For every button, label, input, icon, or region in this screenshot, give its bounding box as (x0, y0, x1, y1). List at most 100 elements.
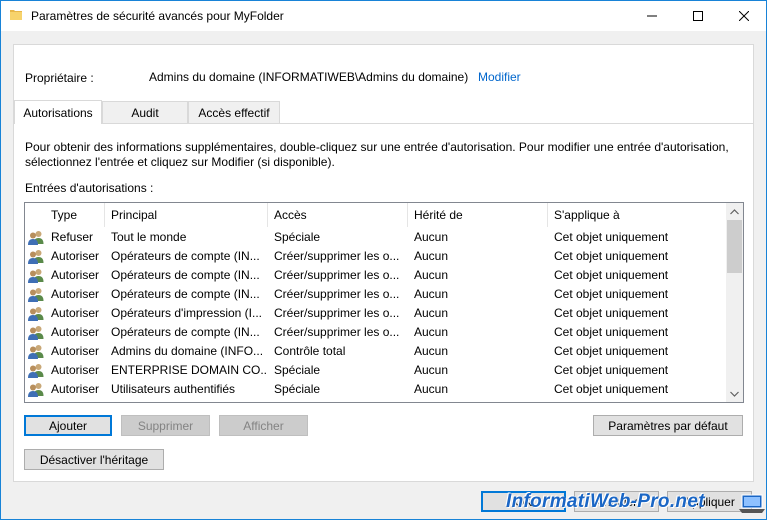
users-icon (28, 269, 44, 283)
users-icon (28, 364, 44, 378)
vertical-scrollbar[interactable] (726, 203, 743, 402)
cell-access: Créer/supprimer les o... (274, 306, 400, 320)
tab-acces-effectif[interactable]: Accès effectif (188, 101, 280, 123)
maximize-icon (693, 11, 703, 21)
disable-inheritance-button[interactable]: Désactiver l'héritage (24, 449, 164, 470)
maximize-button[interactable] (675, 1, 721, 31)
cell-principal: Tout le monde (111, 230, 187, 244)
cell-access: Créer/supprimer les o... (274, 268, 400, 282)
tab-divider (14, 123, 753, 124)
column-header-type[interactable]: Type (45, 203, 105, 227)
table-row[interactable]: Autoriser Admins du domaine (INFO... Contr… (25, 342, 725, 361)
window-title: Paramètres de sécurité avancés pour MyFo… (31, 9, 284, 23)
close-button[interactable] (721, 1, 767, 31)
tab-audit[interactable]: Audit (102, 101, 188, 123)
laptop-logo-icon (739, 494, 765, 513)
minimize-icon (647, 15, 657, 17)
chevron-up-icon (730, 208, 739, 214)
cell-access: Spéciale (274, 382, 321, 396)
cell-inherited: Aucun (414, 325, 449, 339)
cell-principal: Opérateurs de compte (IN... (111, 249, 260, 263)
remove-button[interactable]: Supprimer (121, 415, 210, 436)
users-icon (28, 231, 44, 245)
scroll-up-button[interactable] (726, 203, 743, 220)
table-row[interactable]: Autoriser ENTERPRISE DOMAIN CO... Spéciale… (25, 361, 725, 380)
owner-label: Propriétaire : (25, 71, 94, 85)
scroll-down-button[interactable] (726, 385, 743, 402)
entries-label: Entrées d'autorisations : (25, 181, 154, 195)
cell-principal: Utilisateurs authentifiés (111, 382, 236, 396)
cell-principal: Opérateurs d'impression (I... (111, 306, 263, 320)
permission-entries-list[interactable]: Type Principal Accès Hérité de S'appliqu… (24, 202, 744, 403)
cell-inherited: Aucun (414, 287, 449, 301)
info-text-line2: sélectionnez l'entrée et cliquez sur Mod… (25, 155, 335, 169)
table-row[interactable]: Autoriser Opérateurs de compte (IN... Crée… (25, 247, 725, 266)
cell-inherited: Aucun (414, 382, 449, 396)
scroll-thumb[interactable] (727, 220, 742, 273)
cell-access: Spéciale (274, 363, 321, 377)
list-header: Type Principal Accès Hérité de S'appliqu… (25, 203, 725, 227)
table-row[interactable]: Autoriser Opérateurs de compte (IN... Crée… (25, 323, 725, 342)
table-row[interactable]: Autoriser Opérateurs d'impression (I... Cr… (25, 304, 725, 323)
column-header-access[interactable]: Accès (268, 203, 408, 227)
cell-inherited: Aucun (414, 249, 449, 263)
cell-access: Créer/supprimer les o... (274, 287, 400, 301)
folder-icon (10, 10, 22, 20)
title-bar[interactable]: Paramètres de sécurité avancés pour MyFo… (1, 1, 766, 31)
cell-inherited: Aucun (414, 268, 449, 282)
users-icon (28, 326, 44, 340)
cell-inherited: Aucun (414, 306, 449, 320)
watermark-text: InformatiWeb-Pro.net (506, 491, 705, 512)
users-icon (28, 288, 44, 302)
table-row[interactable]: Refuser Tout le monde Spéciale Aucun Cet obj… (25, 228, 725, 247)
restore-defaults-button[interactable]: Paramètres par défaut (593, 415, 743, 436)
info-text-line1: Pour obtenir des informations supplément… (25, 140, 729, 154)
cell-type: Autoriser (51, 363, 100, 377)
column-header-principal[interactable]: Principal (105, 203, 268, 227)
cell-type: Autoriser (51, 268, 100, 282)
cell-applies: Cet objet uniquement (554, 382, 669, 396)
cell-type: Autoriser (51, 382, 100, 396)
cell-applies: Cet objet uniquement (554, 268, 669, 282)
owner-value: Admins du domaine (INFORMATIWEB\Admins d… (149, 70, 469, 84)
cell-type: Refuser (51, 230, 94, 244)
users-icon (28, 250, 44, 264)
cell-type: Autoriser (51, 306, 100, 320)
cell-applies: Cet objet uniquement (554, 230, 669, 244)
cell-principal: Admins du domaine (INFO... (111, 344, 264, 358)
cell-type: Autoriser (51, 249, 100, 263)
cell-principal: Opérateurs de compte (IN... (111, 268, 260, 282)
tab-autorisations[interactable]: Autorisations (14, 100, 102, 124)
cell-principal: ENTERPRISE DOMAIN CO... (111, 363, 268, 377)
chevron-down-icon (730, 391, 739, 397)
column-header-inherited[interactable]: Hérité de (408, 203, 548, 227)
view-button[interactable]: Afficher (219, 415, 308, 436)
cell-access: Créer/supprimer les o... (274, 325, 400, 339)
cell-principal: Opérateurs de compte (IN... (111, 325, 260, 339)
cell-applies: Cet objet uniquement (554, 363, 669, 377)
column-header-applies[interactable]: S'applique à (548, 203, 725, 227)
cell-principal: Opérateurs de compte (IN... (111, 287, 260, 301)
table-row[interactable]: Autoriser Opérateurs de compte (IN... Crée… (25, 266, 725, 285)
cell-applies: Cet objet uniquement (554, 249, 669, 263)
advanced-security-window: Paramètres de sécurité avancés pour MyFo… (0, 0, 767, 520)
cell-type: Autoriser (51, 287, 100, 301)
minimize-button[interactable] (629, 1, 675, 31)
cell-applies: Cet objet uniquement (554, 287, 669, 301)
users-icon (28, 383, 44, 397)
cell-access: Créer/supprimer les o... (274, 249, 400, 263)
cell-access: Contrôle total (274, 344, 346, 358)
add-button[interactable]: Ajouter (24, 415, 112, 436)
users-icon (28, 307, 44, 321)
table-row[interactable]: Autoriser Utilisateurs authentifiés Spécia… (25, 380, 725, 399)
owner-change-link[interactable]: Modifier (478, 70, 521, 84)
cell-inherited: Aucun (414, 363, 449, 377)
cell-applies: Cet objet uniquement (554, 344, 669, 358)
cell-applies: Cet objet uniquement (554, 325, 669, 339)
cell-applies: Cet objet uniquement (554, 306, 669, 320)
cell-access: Spéciale (274, 230, 321, 244)
cell-inherited: Aucun (414, 344, 449, 358)
table-row[interactable]: Autoriser Opérateurs de compte (IN... Crée… (25, 285, 725, 304)
cell-type: Autoriser (51, 344, 100, 358)
close-icon (739, 11, 749, 21)
